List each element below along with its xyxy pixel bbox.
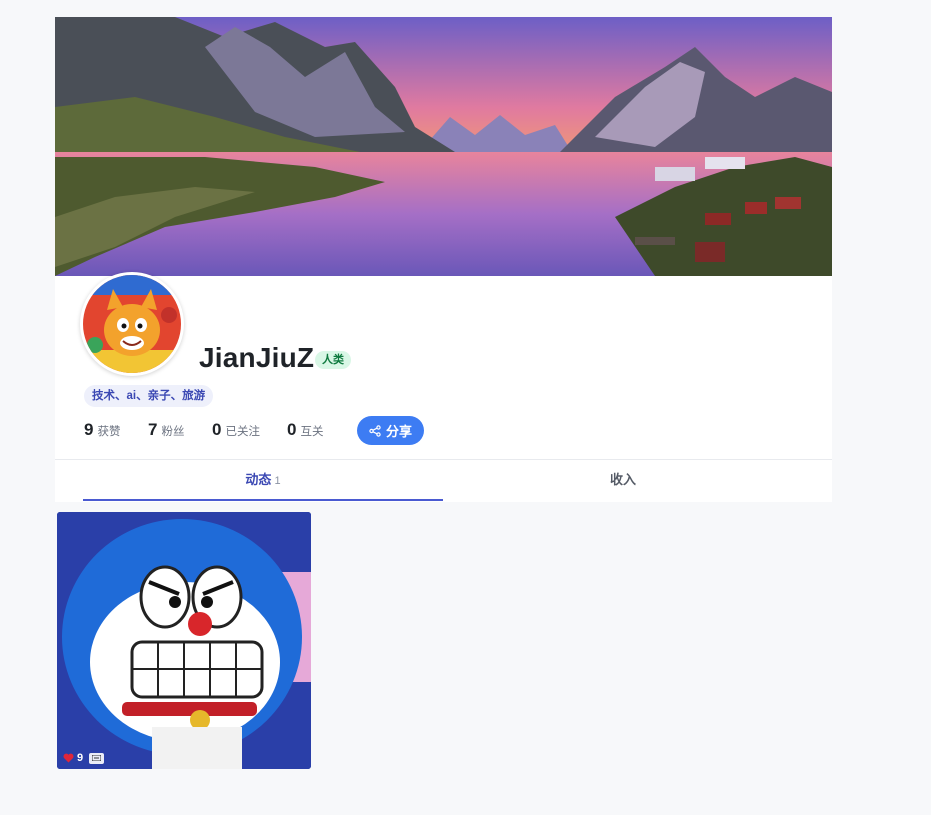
comment-icon [89, 752, 105, 764]
stat-value: 9 [84, 420, 94, 439]
tab-activity[interactable]: 动态 1 [83, 459, 443, 501]
human-badge: 人类 [315, 351, 351, 369]
stat-label: 获赞 [97, 426, 121, 438]
stat-label: 互关 [300, 426, 324, 438]
profile-card: JianJiuZ 人类 技术、ai、亲子、旅游 9 获赞 7 粉丝 0 已关注 … [55, 17, 832, 502]
post-card[interactable]: 9 [57, 512, 311, 769]
tab-income[interactable]: 收入 [443, 459, 803, 501]
stat-value: 0 [287, 420, 297, 439]
avatar[interactable] [80, 272, 184, 376]
stat-value: 0 [212, 420, 222, 439]
profile-name: JianJiuZ [199, 342, 315, 373]
stat-label: 粉丝 [161, 426, 185, 438]
share-label: 分享 [385, 424, 412, 439]
share-button[interactable]: 分享 [357, 416, 424, 445]
tab-count: 1 [274, 475, 281, 487]
stat-following[interactable]: 0 已关注 [212, 420, 287, 440]
interest-tags: 技术、ai、亲子、旅游 [84, 385, 214, 407]
post-image [57, 512, 311, 769]
tab-label: 动态 [245, 472, 272, 487]
post-like-count: 9 [77, 752, 84, 764]
stat-followers[interactable]: 7 粉丝 [148, 420, 212, 440]
stat-likes[interactable]: 9 获赞 [84, 420, 148, 440]
post-meta: 9 [63, 752, 105, 764]
heart-icon [63, 753, 74, 763]
stats-row: 9 获赞 7 粉丝 0 已关注 0 互关 [84, 420, 351, 440]
share-icon [369, 424, 381, 437]
tab-label: 收入 [609, 472, 636, 487]
stat-label: 已关注 [225, 426, 260, 438]
stat-mutual[interactable]: 0 互关 [287, 420, 351, 440]
tab-active-indicator [83, 499, 443, 501]
cover-image [55, 17, 832, 276]
stat-value: 7 [148, 420, 158, 439]
